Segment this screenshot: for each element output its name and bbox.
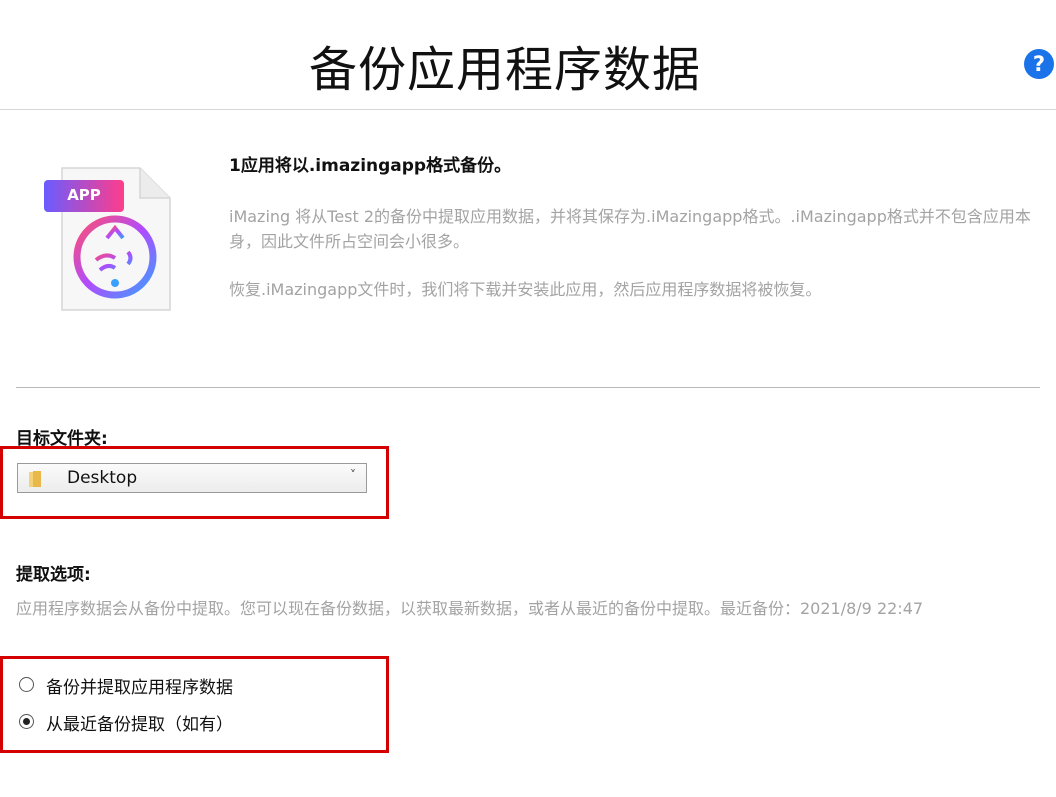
app-badge-label: APP	[67, 186, 101, 204]
highlight-box-destination	[0, 446, 389, 519]
help-icon[interactable]: ?	[1024, 49, 1054, 79]
extraction-label: 提取选项:	[16, 565, 91, 585]
page-title: 备份应用程序数据	[308, 42, 701, 98]
header-divider	[0, 109, 1056, 110]
extraction-description: 应用程序数据会从备份中提取。您可以现在备份数据，以获取最新数据，或者从最近的备份…	[16, 599, 924, 618]
info-paragraph-2: 恢复.iMazingapp文件时，我们将下载并安装此应用，然后应用程序数据将被恢…	[229, 280, 822, 299]
info-paragraph-1: iMazing 将从Test 2的备份中提取应用数据，并将其保存为.iMazin…	[229, 207, 1031, 251]
info-heading: 1应用将以.imazingapp格式备份。	[229, 156, 512, 176]
highlight-box-options	[0, 656, 389, 753]
app-file-icon	[44, 167, 171, 311]
section-divider	[16, 387, 1040, 388]
